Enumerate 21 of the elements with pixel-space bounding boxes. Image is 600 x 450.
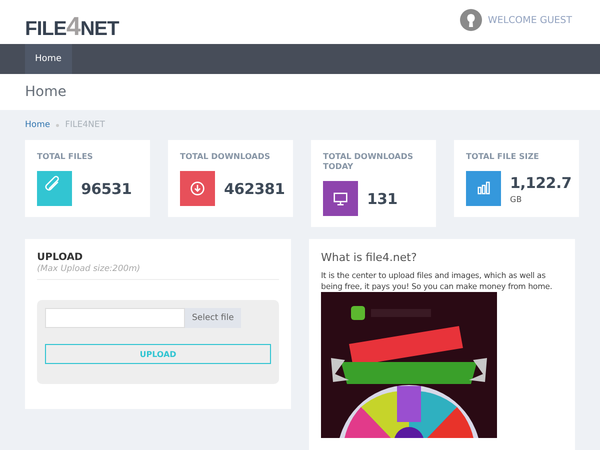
upload-limit: (Max Upload size:200m)	[37, 264, 142, 274]
stat-unit: GB	[510, 194, 523, 204]
stat-value: 1,122.7	[510, 174, 572, 192]
nav-tab[interactable]: Home	[25, 44, 72, 74]
stat-value: 96531	[81, 180, 132, 198]
upload-title: UPLOAD	[37, 252, 84, 263]
breadcrumb-link[interactable]: Home	[25, 120, 50, 130]
file-field[interactable]	[45, 308, 185, 328]
info-title: What is file4.net?	[321, 251, 418, 264]
page-title: Home	[25, 84, 66, 100]
stat-value: 462381	[224, 180, 285, 198]
stat-label: TOTAL DOWNLOADS TODAY	[323, 152, 414, 172]
select-file-button[interactable]: Select file	[185, 308, 241, 328]
site-logo[interactable]: FILE4NET	[25, 2, 119, 42]
stat-value: 131	[367, 190, 398, 208]
stat-label: TOTAL FILES	[37, 152, 94, 162]
avatar-icon[interactable]	[460, 9, 482, 31]
breadcrumb-current: FILE4NET	[65, 120, 105, 130]
welcome-text: WELCOME GUEST	[488, 14, 572, 26]
stat-label: TOTAL DOWNLOADS	[180, 152, 272, 162]
stat-label: TOTAL FILE SIZE	[466, 152, 540, 162]
